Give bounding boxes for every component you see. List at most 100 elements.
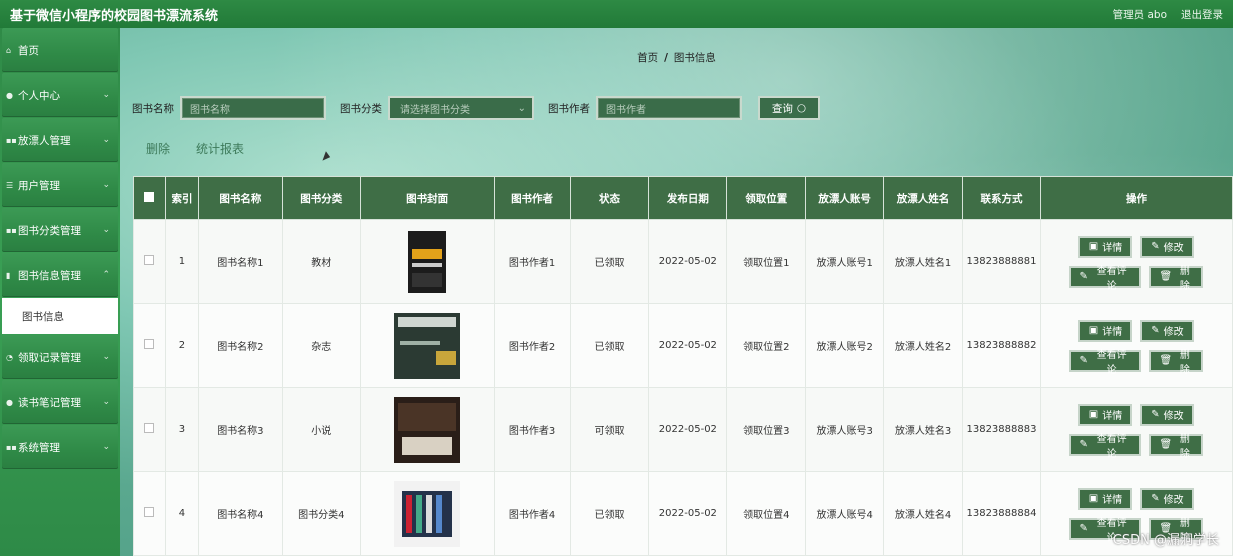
edit-button[interactable]: ✎ 修改 bbox=[1140, 235, 1195, 258]
cell-ops: ▣ 详情 ✎ 修改 ✎ 查看评论 🗑 删除 bbox=[1039, 303, 1233, 388]
row-select-cell[interactable] bbox=[133, 303, 166, 388]
cell-account: 放漂人账号4 bbox=[805, 471, 885, 556]
table-row[interactable]: 3 图书名称3 小说 图书作者3 可领取 2022-05-02 领取位置3 放漂… bbox=[133, 387, 1233, 472]
sidebar-item-label: 图书分类管理 bbox=[18, 224, 81, 237]
table-row[interactable]: 2 图书名称2 杂志 图书作者2 已领取 2022-05-02 领取位置2 放漂… bbox=[133, 303, 1233, 388]
sidebar-item-label: 读书笔记管理 bbox=[18, 396, 81, 409]
detail-button[interactable]: ▣ 详情 bbox=[1078, 487, 1133, 510]
view-comments-button[interactable]: ✎ 查看评论 bbox=[1069, 349, 1142, 376]
edit-label: 修改 bbox=[1163, 243, 1184, 254]
cell-status: 可领取 bbox=[569, 387, 650, 472]
book-name-input[interactable]: 图书名称 bbox=[180, 96, 326, 120]
sidebar-item-label: 图书信息管理 bbox=[18, 269, 81, 282]
chevron-down-icon: ⌄ bbox=[102, 352, 110, 362]
top-bar-user: 管理员 abo 退出登录 bbox=[1113, 7, 1223, 22]
trash-icon: 🗑 bbox=[1159, 271, 1173, 282]
sidebar-item-system[interactable]: ▪▪ 系统管理 ⌄ bbox=[2, 425, 118, 469]
cell-cover bbox=[359, 387, 495, 472]
header-cover: 图书封面 bbox=[359, 176, 495, 220]
category-placeholder: 请选择图书分类 bbox=[400, 104, 470, 116]
book-category-select[interactable]: 请选择图书分类 ⌄ bbox=[388, 96, 534, 120]
detail-label: 详情 bbox=[1102, 411, 1123, 422]
sidebar-item-label: 放漂人管理 bbox=[18, 134, 71, 147]
header-name: 图书名称 bbox=[197, 176, 283, 220]
chevron-down-icon: ⌄ bbox=[102, 180, 110, 190]
edit-button[interactable]: ✎ 修改 bbox=[1140, 403, 1195, 426]
sidebar-item-drifter[interactable]: ▪▪ 放漂人管理 ⌄ bbox=[2, 118, 118, 162]
delete-row-button[interactable]: 🗑 删除 bbox=[1149, 433, 1204, 460]
comments-label: 查看评论 bbox=[1096, 265, 1127, 292]
row-select-cell[interactable] bbox=[133, 471, 166, 556]
sidebar-item-home[interactable]: ⌂ 首页 bbox=[2, 28, 118, 72]
cell-category: 教材 bbox=[281, 219, 361, 304]
trash-icon: 🗑 bbox=[1159, 355, 1173, 366]
cell-phone: 13823888882 bbox=[962, 303, 1041, 388]
book-cover-image bbox=[394, 480, 461, 547]
select-all-header[interactable] bbox=[133, 176, 166, 220]
cell-ops: ▣ 详情 ✎ 修改 ✎ 查看评论 🗑 删除 bbox=[1039, 219, 1233, 304]
sidebar: ⌂ 首页 ● 个人中心 ⌄ ▪▪ 放漂人管理 ⌄ ☰ 用户管理 ⌄ ▪▪ 图书分类管理 ⌄ ▮ 图书… bbox=[0, 28, 120, 556]
delete-label: 删除 bbox=[1179, 349, 1190, 376]
cell-category: 图书分类4 bbox=[281, 471, 361, 556]
table-row[interactable]: 1 图书名称1 教材 图书作者1 已领取 2022-05-02 领取位置1 放漂… bbox=[133, 219, 1233, 304]
sidebar-item-label: 领取记录管理 bbox=[18, 351, 81, 364]
row-select-cell[interactable] bbox=[133, 387, 166, 472]
book-cover-image bbox=[394, 396, 461, 463]
breadcrumb-home[interactable]: 首页 bbox=[637, 52, 658, 64]
book-author-input[interactable]: 图书作者 bbox=[596, 96, 742, 120]
row-actions-bottom: ✎ 查看评论 🗑 删除 bbox=[1069, 265, 1204, 292]
detail-button[interactable]: ▣ 详情 bbox=[1078, 319, 1133, 342]
cell-name: 图书名称3 bbox=[197, 387, 283, 472]
table-row[interactable]: 4 图书名称4 图书分类4 图书作者4 已领取 2022-05-02 领取位置4… bbox=[133, 471, 1233, 556]
cell-author: 图书作者3 bbox=[493, 387, 571, 472]
search-icon: ○ bbox=[796, 102, 807, 114]
detail-button[interactable]: ▣ 详情 bbox=[1078, 403, 1133, 426]
sidebar-item-category[interactable]: ▪▪ 图书分类管理 ⌄ bbox=[2, 208, 118, 252]
row-checkbox[interactable] bbox=[144, 507, 155, 517]
chevron-down-icon: ⌄ bbox=[102, 225, 110, 235]
header-ops: 操作 bbox=[1039, 176, 1233, 220]
select-all-checkbox[interactable] bbox=[144, 191, 155, 202]
sidebar-item-notes[interactable]: ● 读书笔记管理 ⌄ bbox=[2, 380, 118, 424]
delete-row-button[interactable]: 🗑 删除 bbox=[1149, 349, 1204, 376]
edit-label: 修改 bbox=[1163, 495, 1184, 506]
row-select-cell[interactable] bbox=[133, 219, 166, 304]
row-actions: ▣ 详情 ✎ 修改 ✎ 查看评论 🗑 删除 bbox=[1041, 235, 1232, 292]
logout-link[interactable]: 退出登录 bbox=[1181, 7, 1223, 22]
row-actions-top: ▣ 详情 ✎ 修改 bbox=[1078, 403, 1195, 426]
cell-location: 领取位置4 bbox=[726, 471, 807, 556]
grid-icon: ▪▪ bbox=[6, 442, 17, 452]
detail-button[interactable]: ▣ 详情 bbox=[1078, 235, 1133, 258]
edit-label: 修改 bbox=[1163, 411, 1184, 422]
sidebar-item-bookinfo[interactable]: ▮ 图书信息管理 ⌃ bbox=[2, 253, 118, 297]
sidebar-item-users[interactable]: ☰ 用户管理 ⌄ bbox=[2, 163, 118, 207]
view-comments-button[interactable]: ✎ 查看评论 bbox=[1069, 433, 1142, 460]
watermark: CSDN @漏洞学长 bbox=[1112, 533, 1219, 548]
query-button[interactable]: 查询 ○ bbox=[758, 96, 820, 120]
cell-cover bbox=[359, 219, 495, 304]
sidebar-item-profile[interactable]: ● 个人中心 ⌄ bbox=[2, 73, 118, 117]
main-content: 首页 / 图书信息 图书名称 图书名称 图书分类 请选择图书分类 ⌄ 图书作者 图书作… bbox=[120, 28, 1233, 556]
delete-row-button[interactable]: 🗑 删除 bbox=[1149, 265, 1204, 292]
sidebar-item-records[interactable]: ◔ 领取记录管理 ⌄ bbox=[2, 335, 118, 379]
row-checkbox[interactable] bbox=[144, 423, 155, 433]
cell-name: 图书名称4 bbox=[197, 471, 283, 556]
delete-button[interactable]: 删除 bbox=[146, 140, 170, 157]
row-checkbox[interactable] bbox=[144, 339, 155, 349]
detail-label: 详情 bbox=[1102, 327, 1123, 338]
cell-category: 小说 bbox=[281, 387, 361, 472]
edit-button[interactable]: ✎ 修改 bbox=[1140, 487, 1195, 510]
breadcrumb-separator: / bbox=[664, 52, 668, 64]
sidebar-subitem-bookinfo[interactable]: 图书信息 bbox=[2, 298, 118, 334]
cell-date: 2022-05-02 bbox=[648, 303, 728, 388]
cell-author: 图书作者1 bbox=[493, 219, 571, 304]
report-button[interactable]: 统计报表 bbox=[196, 140, 244, 157]
grid-icon: ▪▪ bbox=[6, 225, 17, 235]
cell-index: 4 bbox=[164, 471, 199, 556]
row-checkbox[interactable] bbox=[144, 255, 155, 265]
cell-account: 放漂人账号3 bbox=[805, 387, 885, 472]
book-cover-image bbox=[408, 230, 447, 293]
header-author: 图书作者 bbox=[493, 176, 571, 220]
edit-button[interactable]: ✎ 修改 bbox=[1140, 319, 1195, 342]
view-comments-button[interactable]: ✎ 查看评论 bbox=[1069, 265, 1142, 292]
